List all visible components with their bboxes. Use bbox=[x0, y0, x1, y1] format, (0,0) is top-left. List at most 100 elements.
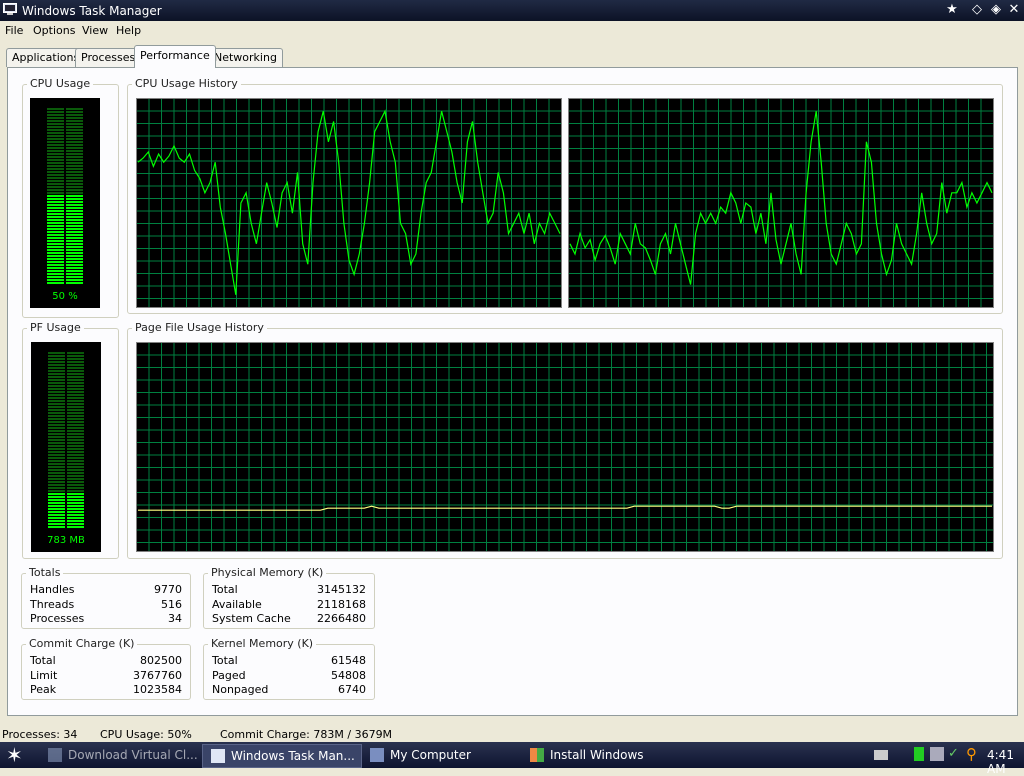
cpu-monitor-icon[interactable] bbox=[914, 747, 924, 761]
tab-applications[interactable]: Applications bbox=[6, 48, 86, 67]
pf-meter-dim-segment bbox=[67, 358, 84, 360]
cpu-meter-lit-segment bbox=[66, 216, 83, 218]
pf-meter-dim-segment bbox=[48, 460, 65, 462]
pf-meter-dim-segment bbox=[48, 469, 65, 471]
pf-meter-dim-segment bbox=[67, 451, 84, 453]
status-commit-charge: Commit Charge: 783M / 3679M bbox=[220, 728, 393, 741]
menu-view[interactable]: View bbox=[82, 24, 108, 37]
cpu-meter-lit-segment bbox=[66, 210, 83, 212]
task-windows-task-manager[interactable]: Windows Task Man... bbox=[202, 744, 362, 768]
pf-meter-dim-segment bbox=[48, 409, 65, 411]
pf-meter-dim-segment bbox=[67, 418, 84, 420]
star-icon[interactable]: ★ bbox=[944, 2, 960, 18]
pf-meter-dim-segment bbox=[67, 388, 84, 390]
pf-meter-dim-segment bbox=[67, 415, 84, 417]
pf-meter-dim-segment bbox=[67, 484, 84, 486]
pf-meter-dim-segment bbox=[67, 442, 84, 444]
menu-options[interactable]: Options bbox=[33, 24, 75, 37]
pf-meter-dim-segment bbox=[67, 427, 84, 429]
pf-meter-dim-segment bbox=[67, 355, 84, 357]
pf-meter-dim-segment bbox=[48, 388, 65, 390]
cpu-meter-lit-segment bbox=[47, 264, 64, 266]
cpu-meter-dim-segment bbox=[47, 192, 64, 194]
cpu-meter-dim-segment bbox=[66, 174, 83, 176]
cpu-meter-lit-segment bbox=[47, 258, 64, 260]
pf-meter-dim-segment bbox=[67, 373, 84, 375]
pf-meter-lit-segment bbox=[67, 496, 84, 498]
kernel-memory-label: Kernel Memory (K) bbox=[208, 637, 317, 650]
cpu-meter-lit-segment bbox=[47, 210, 64, 212]
cpu-meter-lit-segment bbox=[47, 225, 64, 227]
safely-remove-icon[interactable]: ✓ bbox=[948, 747, 962, 761]
pf-meter-dim-segment bbox=[67, 424, 84, 426]
commit-row-limit: Limit 3767760 bbox=[30, 669, 182, 684]
menu-file[interactable]: File bbox=[5, 24, 23, 37]
pf-meter-dim-segment bbox=[67, 439, 84, 441]
task-install-windows[interactable]: Install Windows bbox=[522, 744, 690, 766]
totals-group: Totals Handles 9770 Threads 516 Processe… bbox=[21, 566, 191, 629]
cpu-meter-lit-segment bbox=[47, 213, 64, 215]
cpu-usage-label: CPU Usage bbox=[27, 77, 94, 90]
pf-meter-dim-segment bbox=[67, 472, 84, 474]
cpu-history-label: CPU Usage History bbox=[132, 77, 241, 90]
tab-processes[interactable]: Processes bbox=[75, 48, 142, 67]
clock[interactable]: 4:41 AM bbox=[987, 748, 1024, 776]
menu-help[interactable]: Help bbox=[116, 24, 141, 37]
cpu-meter-lit-segment bbox=[66, 261, 83, 263]
task-label: Download Virtual Cl... bbox=[68, 748, 198, 762]
cpu-meter-lit-segment bbox=[66, 267, 83, 269]
pf-meter-dim-segment bbox=[67, 403, 84, 405]
pf-meter-lit-segment bbox=[67, 526, 84, 528]
pf-meter-dim-segment bbox=[48, 376, 65, 378]
minimize-button[interactable]: ◇ bbox=[969, 2, 985, 18]
pf-meter-dim-segment bbox=[67, 400, 84, 402]
cpu-history-chart-core1 bbox=[569, 99, 993, 307]
pf-meter-dim-segment bbox=[67, 382, 84, 384]
pf-meter-dim-segment bbox=[67, 430, 84, 432]
pf-meter-dim-segment bbox=[48, 421, 65, 423]
task-download-virtual[interactable]: Download Virtual Cl... bbox=[40, 744, 218, 766]
cpu-meter-dim-segment bbox=[47, 150, 64, 152]
pf-usage-group: PF Usage 783 MB bbox=[22, 321, 119, 559]
window-title: Windows Task Manager bbox=[22, 4, 162, 18]
cpu-meter-dim-segment bbox=[66, 156, 83, 158]
search-icon[interactable]: ⚲ bbox=[966, 745, 977, 763]
cpu-meter-lit-segment bbox=[47, 219, 64, 221]
pf-meter-dim-segment bbox=[67, 379, 84, 381]
pf-meter-dim-segment bbox=[48, 475, 65, 477]
cpu-meter-lit-segment bbox=[66, 252, 83, 254]
pf-meter-dim-segment bbox=[48, 427, 65, 429]
cpu-meter-dim-segment bbox=[47, 189, 64, 191]
pf-meter-dim-segment bbox=[48, 436, 65, 438]
network-icon[interactable] bbox=[930, 747, 944, 761]
close-button[interactable]: ✕ bbox=[1006, 2, 1022, 18]
pf-meter-dim-segment bbox=[67, 385, 84, 387]
pf-meter-dim-segment bbox=[67, 457, 84, 459]
pf-meter-dim-segment bbox=[48, 487, 65, 489]
pf-meter-dim-segment bbox=[48, 472, 65, 474]
title-bar[interactable]: Windows Task Manager ★ ◇ ◈ ✕ bbox=[0, 0, 1024, 21]
tab-networking[interactable]: Networking bbox=[208, 48, 283, 67]
pf-meter-dim-segment bbox=[67, 412, 84, 414]
cpu-meter-lit-segment bbox=[66, 264, 83, 266]
tab-performance[interactable]: Performance bbox=[134, 45, 216, 68]
cpu-meter-lit-segment bbox=[47, 282, 64, 284]
pf-meter-dim-segment bbox=[48, 415, 65, 417]
windows-logo-icon bbox=[530, 748, 544, 762]
start-star-icon[interactable]: ✶ bbox=[6, 743, 23, 767]
cpu-meter-dim-segment bbox=[47, 108, 64, 110]
maximize-button[interactable]: ◈ bbox=[988, 2, 1004, 18]
task-my-computer[interactable]: My Computer bbox=[362, 744, 530, 766]
cpu-meter-dim-segment bbox=[66, 171, 83, 173]
keyboard-icon[interactable] bbox=[874, 750, 888, 760]
cpu-meter-dim-segment bbox=[66, 120, 83, 122]
pf-meter-lit-segment bbox=[48, 517, 65, 519]
cpu-meter-lit-segment bbox=[47, 204, 64, 206]
pf-meter-dim-segment bbox=[48, 379, 65, 381]
cpu-meter-dim-segment bbox=[66, 135, 83, 137]
pf-history-graph bbox=[136, 342, 994, 552]
pf-meter-dim-segment bbox=[67, 481, 84, 483]
pf-meter-dim-segment bbox=[48, 355, 65, 357]
pf-meter-lit-segment bbox=[67, 493, 84, 495]
cpu-meter-dim-segment bbox=[66, 183, 83, 185]
